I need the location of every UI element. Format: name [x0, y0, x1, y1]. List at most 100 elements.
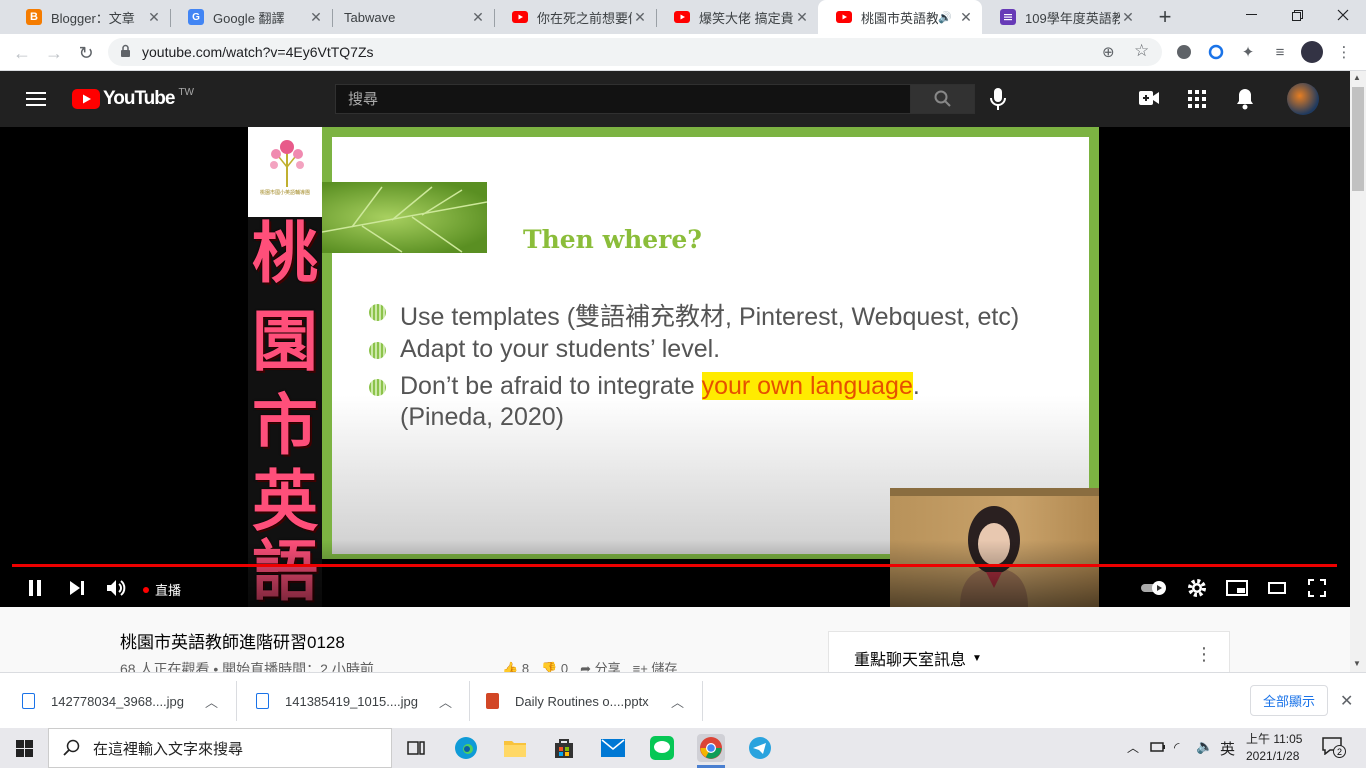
- side-title-char: 桃: [252, 215, 318, 292]
- download-item[interactable]: 141385419_1015....jpg ︿: [256, 673, 456, 729]
- scroll-up-icon[interactable]: ▲: [1353, 73, 1361, 82]
- url-text: youtube.com/watch?v=4Ey6VtTQ7Zs: [142, 44, 374, 60]
- edge-icon[interactable]: [452, 734, 480, 762]
- dislike-button[interactable]: 👎 0: [541, 660, 568, 672]
- account-avatar[interactable]: [1287, 83, 1319, 115]
- pause-icon[interactable]: [23, 576, 47, 600]
- extension-icon[interactable]: [1174, 42, 1194, 62]
- scroll-down-icon[interactable]: ▼: [1353, 659, 1361, 668]
- close-icon[interactable]: ✕: [958, 9, 974, 26]
- next-icon[interactable]: [65, 576, 89, 600]
- speaker-icon[interactable]: 🔈: [1196, 738, 1213, 755]
- search-icon: [63, 739, 80, 756]
- tab-google-forms[interactable]: 109學年度英語教師 ✕: [982, 0, 1144, 34]
- close-icon[interactable]: ✕: [470, 9, 486, 26]
- logo-caption: 桃園市國小英語輔導團: [259, 190, 310, 196]
- restore-button[interactable]: [1274, 0, 1320, 30]
- chrome-icon[interactable]: [697, 734, 725, 762]
- omnibox[interactable]: youtube.com/watch?v=4Ey6VtTQ7Zs ⊕ ☆: [108, 38, 1162, 66]
- extension-ring-icon[interactable]: [1206, 42, 1226, 62]
- lock-icon[interactable]: [120, 44, 131, 63]
- live-indicator[interactable]: 直播: [143, 580, 181, 599]
- mail-icon[interactable]: [599, 734, 627, 762]
- close-icon[interactable]: ✕: [1120, 9, 1136, 26]
- tab-tabwave[interactable]: Tabwave ✕: [332, 0, 494, 34]
- telegram-icon[interactable]: [746, 734, 774, 762]
- search-input[interactable]: [336, 85, 910, 113]
- battery-icon[interactable]: [1150, 740, 1166, 759]
- slide-citation: (Pineda, 2020): [400, 403, 565, 431]
- scrollbar-thumb[interactable]: [1352, 87, 1364, 191]
- hamburger-menu-icon[interactable]: [26, 91, 46, 112]
- search-button[interactable]: [910, 84, 975, 114]
- clock[interactable]: 上午 11:05 2021/1/28: [1246, 731, 1302, 765]
- browser-toolbar: ← → ↻ youtube.com/watch?v=4Ey6VtTQ7Zs ⊕ …: [0, 34, 1366, 71]
- minimize-button[interactable]: [1228, 0, 1274, 30]
- chevron-up-icon[interactable]: ︿: [205, 692, 218, 711]
- close-icon[interactable]: ✕: [308, 9, 324, 26]
- task-view-icon[interactable]: [403, 734, 431, 762]
- tab-title: 109學年度英語教師: [1025, 10, 1120, 26]
- close-downloads-icon[interactable]: ✕: [1340, 691, 1353, 711]
- settings-gear-icon[interactable]: [1185, 576, 1209, 600]
- audio-playing-icon[interactable]: 🔊: [938, 11, 952, 24]
- progress-bar[interactable]: [12, 564, 1337, 567]
- tab-youtube-2[interactable]: 爆笑大佬 搞定貴人 ✕: [656, 0, 818, 34]
- blogger-icon: B: [26, 9, 42, 25]
- new-tab-button[interactable]: +: [1152, 4, 1178, 30]
- autoplay-toggle[interactable]: [1140, 576, 1168, 600]
- search-box[interactable]: [335, 84, 911, 114]
- share-button[interactable]: ➦ 分享: [580, 660, 621, 672]
- bookmark-star-icon[interactable]: ☆: [1134, 41, 1149, 61]
- miniplayer-icon[interactable]: [1225, 576, 1249, 600]
- microphone-icon[interactable]: [990, 87, 1006, 116]
- close-icon[interactable]: ✕: [794, 9, 810, 26]
- notifications-bell-icon[interactable]: [1236, 88, 1254, 115]
- page-scrollbar[interactable]: ▲ ▼: [1350, 71, 1366, 672]
- show-hidden-icons-icon[interactable]: ︿: [1127, 739, 1139, 756]
- close-icon[interactable]: ✕: [146, 9, 162, 26]
- close-window-button[interactable]: [1320, 0, 1366, 30]
- tab-google-translate[interactable]: G Google 翻譯 ✕: [170, 0, 332, 34]
- volume-icon[interactable]: [105, 576, 129, 600]
- apps-grid-icon[interactable]: [1188, 90, 1206, 113]
- media-control-icon[interactable]: ≡: [1270, 42, 1290, 62]
- tab-blogger[interactable]: B Blogger：文章 ✕: [8, 0, 170, 34]
- close-icon[interactable]: ✕: [632, 9, 648, 26]
- windows-taskbar: 在這裡輸入文字來搜尋 ︿ ◜ 🔈 英 上午 11:05 2021/1/28 2: [0, 728, 1366, 768]
- tab-youtube-active[interactable]: 桃園市英語教師 🔊 ✕: [818, 0, 982, 34]
- wifi-icon[interactable]: ◜: [1174, 739, 1179, 756]
- menu-kebab-icon[interactable]: ⋮: [1334, 42, 1354, 62]
- taskbar-search[interactable]: 在這裡輸入文字來搜尋: [48, 728, 392, 768]
- tab-youtube-1[interactable]: 你在死之前想要做 ✕: [494, 0, 656, 34]
- show-all-button[interactable]: 全部顯示: [1250, 685, 1328, 716]
- fullscreen-icon[interactable]: [1305, 576, 1329, 600]
- video-player[interactable]: 桃 園 市 英 語 Then where? Use templates (雙語補…: [0, 127, 1350, 607]
- create-video-icon[interactable]: [1139, 91, 1159, 110]
- tab-title: Google 翻譯: [213, 10, 285, 26]
- chevron-up-icon[interactable]: ︿: [439, 692, 452, 711]
- forward-button[interactable]: →: [40, 39, 68, 67]
- profile-avatar[interactable]: [1301, 41, 1323, 63]
- youtube-logo[interactable]: YouTube TW: [72, 87, 194, 110]
- download-item[interactable]: Daily Routines o....pptx ︿: [486, 673, 688, 729]
- action-center-icon[interactable]: 2: [1322, 737, 1346, 759]
- reload-button[interactable]: ↻: [72, 39, 100, 67]
- line-icon[interactable]: [648, 734, 676, 762]
- side-title-char: 園: [252, 303, 318, 380]
- like-button[interactable]: 👍 8: [502, 660, 529, 672]
- back-button[interactable]: ←: [8, 39, 36, 67]
- install-app-icon[interactable]: ⊕: [1102, 43, 1115, 61]
- store-icon[interactable]: [550, 734, 578, 762]
- chevron-up-icon[interactable]: ︿: [671, 692, 684, 711]
- download-item[interactable]: 142778034_3968....jpg ︿: [22, 673, 222, 729]
- ime-indicator[interactable]: 英: [1220, 738, 1235, 759]
- file-explorer-icon[interactable]: [501, 734, 529, 762]
- save-button[interactable]: ≡+ 儲存: [633, 660, 678, 672]
- extensions-puzzle-icon[interactable]: ✦: [1238, 42, 1258, 62]
- windows-start-icon[interactable]: [16, 740, 33, 762]
- channel-logo: 桃園市國小英語輔導團: [248, 127, 322, 217]
- chat-mode-dropdown[interactable]: 重點聊天室訊息 ▼: [854, 646, 982, 670]
- theater-mode-icon[interactable]: [1265, 576, 1289, 600]
- chat-more-icon[interactable]: ⋮: [1195, 644, 1213, 665]
